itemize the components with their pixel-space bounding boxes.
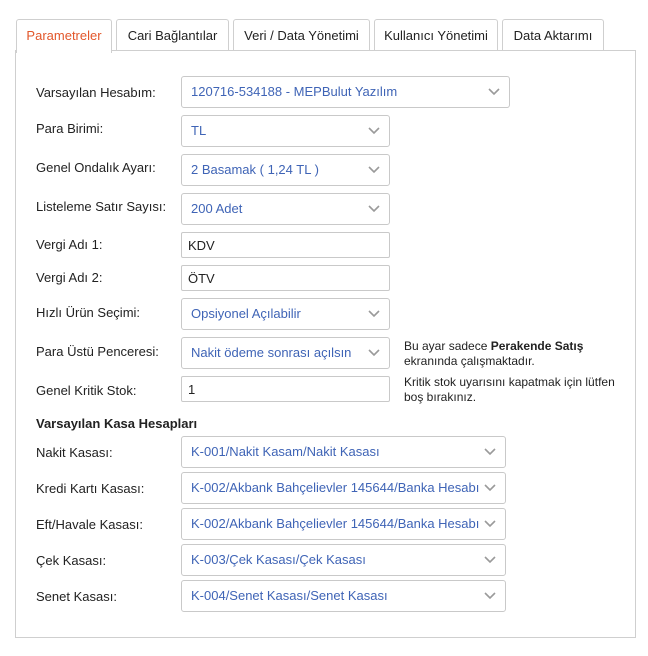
change-window-note: Bu ayar sadece Perakende Satış ekranında…	[404, 339, 584, 368]
check-register-select-value: K-003/Çek Kasası/Çek Kasası	[191, 552, 366, 567]
eft-register-select-value: K-002/Akbank Bahçelievler 145644/Banka H…	[191, 516, 480, 531]
check-register-select[interactable]: K-003/Çek Kasası/Çek Kasası	[181, 544, 506, 576]
promissory-register-select-value: K-004/Senet Kasası/Senet Kasası	[191, 588, 388, 603]
tax1-input[interactable]	[181, 232, 390, 258]
change-window-select[interactable]: Nakit ödeme sonrası açılsın	[181, 337, 390, 369]
account-select[interactable]: 120716-534188 - MEPBulut Yazılım	[181, 76, 510, 108]
critical-stock-input[interactable]	[181, 376, 390, 402]
currency-select-value: TL	[191, 123, 207, 138]
change-window-select-value: Nakit ödeme sonrası açılsın	[191, 345, 352, 360]
quick-product-select[interactable]: Opsiyonel Açılabilir	[181, 298, 390, 330]
tax2-input[interactable]	[181, 265, 390, 291]
check-register-label: Çek Kasası:	[36, 553, 107, 568]
chevron-down-icon	[484, 448, 496, 456]
quick-product-label: Hızlı Ürün Seçimi:	[36, 305, 141, 320]
cash-accounts-title: Varsayılan Kasa Hesapları	[36, 416, 198, 431]
change-window-label: Para Üstü Penceresi:	[36, 344, 159, 359]
chevron-down-icon	[368, 349, 380, 357]
rows-label: Listeleme Satır Sayısı:	[36, 199, 167, 214]
cash-register-select-value: K-001/Nakit Kasam/Nakit Kasası	[191, 444, 380, 459]
credit-card-register-select[interactable]: K-002/Akbank Bahçelievler 145644/Banka H…	[181, 472, 506, 504]
rows-select-value: 200 Adet	[191, 201, 243, 216]
chevron-down-icon	[368, 166, 380, 174]
chevron-down-icon	[484, 520, 496, 528]
currency-label: Para Birimi:	[36, 121, 104, 136]
chevron-down-icon	[368, 310, 380, 318]
decimal-select-value: 2 Basamak ( 1,24 TL )	[191, 162, 319, 177]
chevron-down-icon	[368, 127, 380, 135]
cash-register-label: Nakit Kasası:	[36, 445, 113, 460]
rows-select[interactable]: 200 Adet	[181, 193, 390, 225]
credit-card-register-label: Kredi Kartı Kasası:	[36, 481, 145, 496]
chevron-down-icon	[484, 484, 496, 492]
promissory-register-select[interactable]: K-004/Senet Kasası/Senet Kasası	[181, 580, 506, 612]
tax1-label: Vergi Adı 1:	[36, 237, 103, 252]
quick-product-select-value: Opsiyonel Açılabilir	[191, 306, 301, 321]
cash-register-select[interactable]: K-001/Nakit Kasam/Nakit Kasası	[181, 436, 506, 468]
chevron-down-icon	[484, 592, 496, 600]
currency-select[interactable]: TL	[181, 115, 390, 147]
eft-register-select[interactable]: K-002/Akbank Bahçelievler 145644/Banka H…	[181, 508, 506, 540]
decimal-select[interactable]: 2 Basamak ( 1,24 TL )	[181, 154, 390, 186]
credit-card-register-select-value: K-002/Akbank Bahçelievler 145644/Banka H…	[191, 480, 480, 495]
promissory-register-label: Senet Kasası:	[36, 589, 117, 604]
chevron-down-icon	[368, 205, 380, 213]
tax2-label: Vergi Adı 2:	[36, 270, 103, 285]
chevron-down-icon	[488, 88, 500, 96]
critical-stock-note: Kritik stok uyarısını kapatmak için lütf…	[404, 375, 615, 404]
chevron-down-icon	[484, 556, 496, 564]
account-label: Varsayılan Hesabım:	[36, 85, 156, 100]
account-select-value: 120716-534188 - MEPBulut Yazılım	[191, 84, 398, 99]
eft-register-label: Eft/Havale Kasası:	[36, 517, 143, 532]
decimal-label: Genel Ondalık Ayarı:	[36, 160, 156, 175]
settings-form: Varsayılan Hesabım: 120716-534188 - MEPB…	[0, 0, 648, 656]
critical-stock-label: Genel Kritik Stok:	[36, 383, 137, 398]
